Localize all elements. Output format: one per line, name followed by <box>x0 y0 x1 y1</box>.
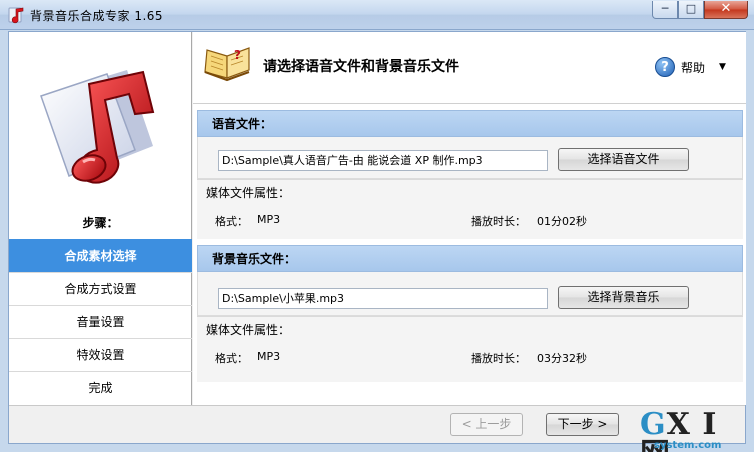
choose-music-button[interactable]: 选择背景音乐 <box>558 286 689 309</box>
page-header: ? 请选择语音文件和背景音乐文件 ? 帮助 ▼ <box>193 32 746 104</box>
voice-format-label: 格式： <box>215 215 248 228</box>
music-duration-value: 03分32秒 <box>537 352 587 365</box>
minimize-icon: ─ <box>661 2 669 15</box>
app-music-note-icon <box>8 7 24 24</box>
watermark-site: system.com <box>654 440 722 451</box>
wizard-footer: < 上一步 下一步 > <box>9 405 745 443</box>
window-title: 背景音乐合成专家 1.65 <box>30 9 164 23</box>
sidebar: 步骤： 合成素材选择 合成方式设置 音量设置 特效设置 完成 <box>9 32 192 405</box>
chevron-down-icon: ▼ <box>719 62 726 72</box>
step-volume[interactable]: 音量设置 <box>9 305 192 338</box>
help-menu[interactable]: ? 帮助 ▼ <box>655 56 726 78</box>
music-duration-label: 播放时长： <box>471 352 526 365</box>
maximize-icon: □ <box>685 2 697 15</box>
voice-format-value: MP3 <box>257 213 281 226</box>
voice-section-header: 语音文件： <box>197 110 743 137</box>
page-title: 请选择语音文件和背景音乐文件 <box>263 59 459 75</box>
steps-title: 步骤： <box>82 216 119 230</box>
main-panel: ? 请选择语音文件和背景音乐文件 ? 帮助 ▼ 语音文件： D:\Sample\… <box>193 32 746 405</box>
step-finish[interactable]: 完成 <box>9 371 192 404</box>
step-list: 合成素材选择 合成方式设置 音量设置 特效设置 完成 <box>9 239 192 404</box>
help-icon: ? <box>655 57 675 77</box>
step-source-selection[interactable]: 合成素材选择 <box>9 239 192 272</box>
voice-section-body: D:\Sample\真人语音广告-由 能说会道 XP 制作.mp3 选择语音文件 <box>197 137 743 179</box>
maximize-button[interactable]: □ <box>678 1 704 19</box>
next-step-button[interactable]: 下一步 > <box>546 413 619 436</box>
open-book-icon: ? <box>204 47 250 82</box>
site-watermark: GX I 网 system.com <box>640 410 748 452</box>
step-mix-mode[interactable]: 合成方式设置 <box>9 272 192 305</box>
music-properties: 媒体文件属性： 格式： MP3 播放时长： 03分32秒 <box>197 316 743 382</box>
svg-text:?: ? <box>234 48 241 62</box>
voice-duration-label: 播放时长： <box>471 215 526 228</box>
music-format-label: 格式： <box>215 352 248 365</box>
music-note-logo-icon <box>40 70 155 184</box>
voice-props-title: 媒体文件属性： <box>206 186 291 200</box>
close-icon: ✕ <box>720 1 732 16</box>
choose-voice-button[interactable]: 选择语音文件 <box>558 148 689 171</box>
music-section-body: D:\Sample\小苹果.mp3 选择背景音乐 <box>197 272 743 316</box>
step-effects[interactable]: 特效设置 <box>9 338 192 371</box>
music-path-input[interactable]: D:\Sample\小苹果.mp3 <box>218 288 548 309</box>
help-label: 帮助 <box>681 60 706 75</box>
music-format-value: MP3 <box>257 350 281 363</box>
title-bar[interactable]: 背景音乐合成专家 1.65 ─ □ ✕ <box>0 0 754 30</box>
close-button[interactable]: ✕ <box>704 1 748 19</box>
music-section-header: 背景音乐文件： <box>197 245 743 272</box>
window-client: 步骤： 合成素材选择 合成方式设置 音量设置 特效设置 完成 ? 请选择语音文件… <box>8 31 746 444</box>
prev-step-button[interactable]: < 上一步 <box>450 413 523 436</box>
minimize-button[interactable]: ─ <box>652 1 678 19</box>
voice-duration-value: 01分02秒 <box>537 215 587 228</box>
music-props-title: 媒体文件属性： <box>206 323 291 337</box>
voice-path-input[interactable]: D:\Sample\真人语音广告-由 能说会道 XP 制作.mp3 <box>218 150 548 171</box>
voice-properties: 媒体文件属性： 格式： MP3 播放时长： 01分02秒 <box>197 179 743 239</box>
